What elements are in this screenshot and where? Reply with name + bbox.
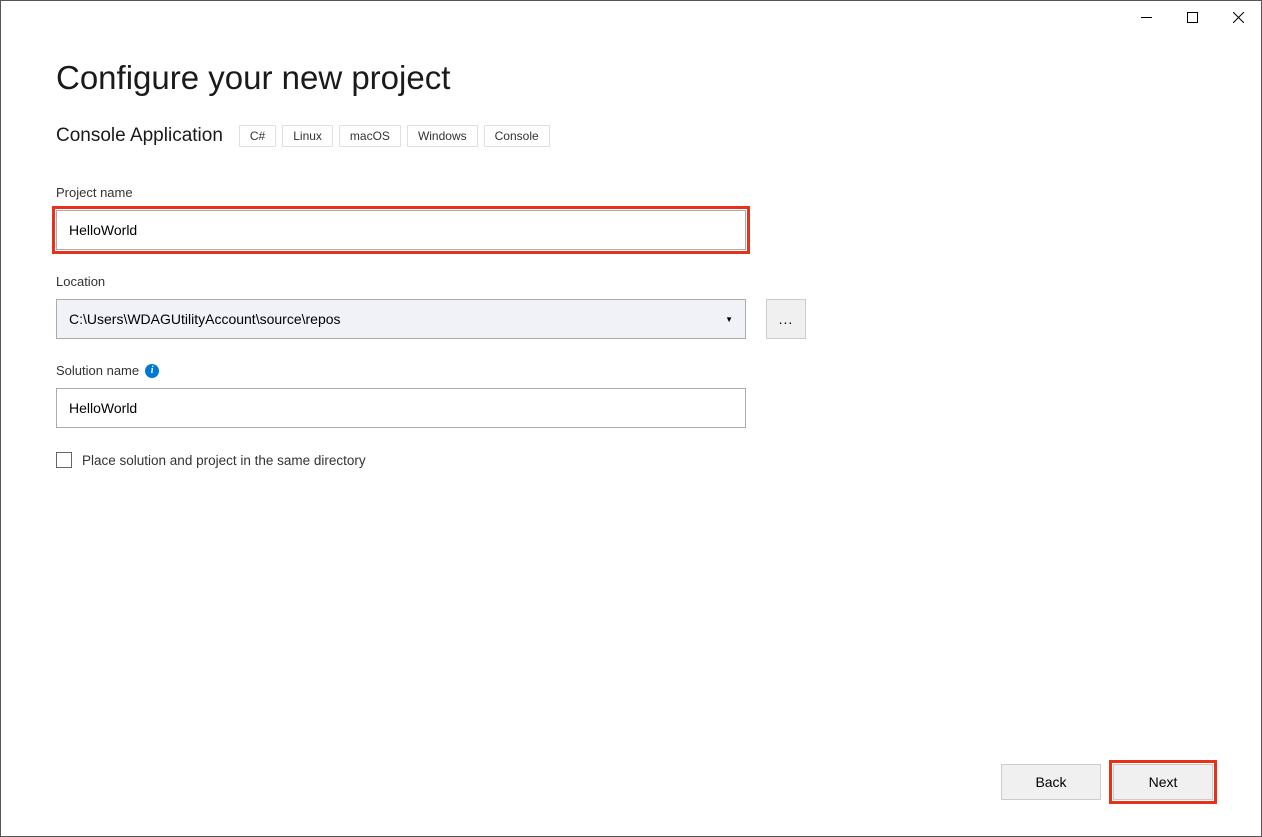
back-button[interactable]: Back bbox=[1001, 764, 1101, 800]
page-title: Configure your new project bbox=[56, 59, 1206, 97]
same-directory-label: Place solution and project in the same d… bbox=[82, 453, 366, 468]
location-value: C:\Users\WDAGUtilityAccount\source\repos bbox=[69, 311, 341, 327]
template-info-row: Console Application C# Linux macOS Windo… bbox=[56, 125, 1206, 147]
solution-name-label-text: Solution name bbox=[56, 363, 139, 378]
chevron-down-icon: ▼ bbox=[725, 315, 733, 324]
same-directory-row: Place solution and project in the same d… bbox=[56, 452, 1206, 468]
project-name-group: Project name bbox=[56, 185, 1206, 250]
same-directory-checkbox[interactable] bbox=[56, 452, 72, 468]
location-combobox[interactable]: C:\Users\WDAGUtilityAccount\source\repos… bbox=[56, 299, 746, 339]
close-icon bbox=[1233, 12, 1244, 23]
footer: Back Next bbox=[1001, 764, 1213, 800]
tag-macos: macOS bbox=[339, 125, 401, 147]
maximize-button[interactable] bbox=[1169, 1, 1215, 33]
tag-console: Console bbox=[484, 125, 550, 147]
minimize-icon bbox=[1141, 12, 1152, 23]
tag-windows: Windows bbox=[407, 125, 478, 147]
project-name-label: Project name bbox=[56, 185, 1206, 200]
location-group: Location C:\Users\WDAGUtilityAccount\sou… bbox=[56, 274, 1206, 339]
location-row: C:\Users\WDAGUtilityAccount\source\repos… bbox=[56, 299, 1206, 339]
template-name: Console Application bbox=[56, 125, 223, 147]
tag-linux: Linux bbox=[282, 125, 333, 147]
next-button[interactable]: Next bbox=[1113, 764, 1213, 800]
minimize-button[interactable] bbox=[1123, 1, 1169, 33]
main-content: Configure your new project Console Appli… bbox=[1, 1, 1261, 468]
tag-csharp: C# bbox=[239, 125, 276, 147]
titlebar bbox=[1123, 1, 1261, 33]
info-icon[interactable]: i bbox=[145, 364, 159, 378]
close-button[interactable] bbox=[1215, 1, 1261, 33]
project-name-input[interactable] bbox=[56, 210, 746, 250]
location-label: Location bbox=[56, 274, 1206, 289]
template-tags: C# Linux macOS Windows Console bbox=[239, 125, 550, 147]
solution-name-group: Solution name i bbox=[56, 363, 1206, 428]
maximize-icon bbox=[1187, 12, 1198, 23]
solution-name-input[interactable] bbox=[56, 388, 746, 428]
solution-name-label: Solution name i bbox=[56, 363, 1206, 378]
browse-button[interactable]: ... bbox=[766, 299, 806, 339]
